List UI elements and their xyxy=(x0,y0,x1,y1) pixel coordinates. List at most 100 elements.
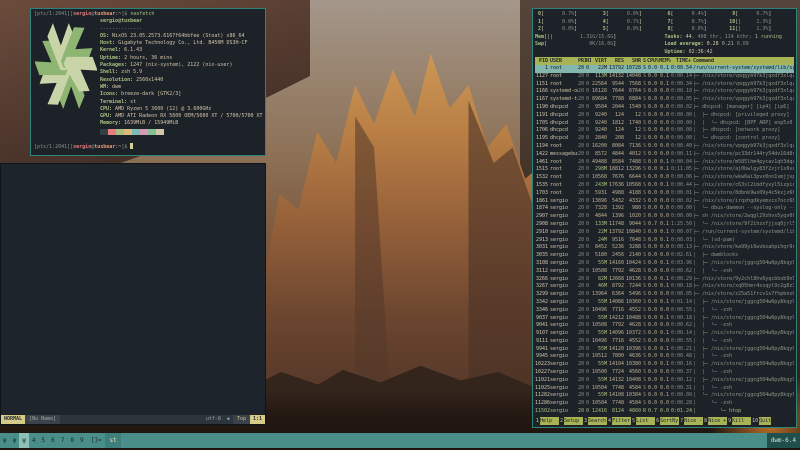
process-row-pid-3346[interactable]: 3346sergio2001049677164552S0.00.00:00.55… xyxy=(535,307,794,315)
process-row-pid-1515[interactable]: 1515root200298M1881213296S0.00.10:11.05├… xyxy=(535,166,794,174)
editor-window[interactable]: NORMAL [No Name] utf-8 ◆ Top 1:1 xyxy=(0,163,266,425)
process-row-pid-2908[interactable]: 2908sergio200133M117489044S0.70.11:25.50… xyxy=(535,221,794,229)
editor-buffer[interactable] xyxy=(1,164,265,415)
workspace-tag-9[interactable]: 9 xyxy=(77,433,87,448)
palette-swatch xyxy=(116,129,124,135)
process-row-pid-1706[interactable]: 1706dhcpcd200924012412S0.00.00:00.00│ ├─… xyxy=(535,127,794,135)
process-row-pid-3035[interactable]: 3035sergio200518024562140S0.00.00:02.61│… xyxy=(535,252,794,260)
editor-encoding: utf-8 xyxy=(203,415,224,424)
process-row-pid-10223[interactable]: 10223sergio20055M1410410380S0.00.10:00.1… xyxy=(535,361,794,369)
workspace-tag-7[interactable]: 7 xyxy=(58,433,68,448)
process-row-pid-1461[interactable]: 1461root2004948885847488S0.00.10:00.04├─… xyxy=(535,159,794,167)
editor-mode-indicator: NORMAL xyxy=(1,415,25,424)
process-row-pid-1166[interactable]: 1166systemd-oo2001612876446764S0.00.00:0… xyxy=(535,88,794,96)
fetch-entry-uptime: Uptime: 2 hours, 36 mins xyxy=(100,55,262,62)
process-row-pid-9107[interactable]: 9107sergio20055M1409610372S0.00.10:00.14… xyxy=(535,330,794,338)
workspace-tag-5[interactable]: 5 xyxy=(39,433,49,448)
process-row-pid-9941[interactable]: 9941sergio20055M1412010396S0.00.10:00.21… xyxy=(535,346,794,354)
process-row-pid-10227[interactable]: 10227sergio2001050077244560S0.00.00:00.3… xyxy=(535,369,794,377)
process-row-pid-2913[interactable]: 2913sergio20024M95167648S0.00.10:00.03│ … xyxy=(535,237,794,245)
editor-cursor-position: 1:1 xyxy=(250,415,265,424)
process-row-pid-11021[interactable]: 11021sergio20055M1413210408S0.00.10:00.1… xyxy=(535,377,794,385)
fkey-nice+[interactable]: 8Nice + xyxy=(703,417,727,425)
tasks-summary: Tasks: 44, 408 thr, 114 kthr; 1 running xyxy=(665,34,795,42)
process-row-pid-1703[interactable]: 1703root200593149884188S0.00.00:00.01├─ … xyxy=(535,190,794,198)
process-row-pid-11286[interactable]: 11286sergio2001050477484584S0.00.00:00.2… xyxy=(535,400,794,408)
fetch-entry-resolution: Resolution: 2560x1440 xyxy=(100,77,262,84)
editor-statusline: NORMAL [No Name] utf-8 ◆ Top 1:1 xyxy=(1,415,265,424)
fkey-nice-[interactable]: 7Nice - xyxy=(679,417,703,425)
process-row-pid-1874[interactable]: 1874sergio20073281392980S0.00.00:00.00│ … xyxy=(535,205,794,213)
palette-swatch xyxy=(148,129,156,135)
status-text: dwm-6.4 xyxy=(767,433,800,448)
process-row-pid-1151[interactable]: 1151root2002256495447568S0.00.10:00.34├─… xyxy=(535,81,794,89)
process-table-header[interactable]: PIDUSERPRINIVIRTRESSHRSCPU%MEM%TIME+Comm… xyxy=(535,57,794,65)
process-row-pid-1190[interactable]: 1190dhcpcd200950420441540S0.00.00:00.02├… xyxy=(535,104,794,112)
fkey-kill[interactable]: 9Kill xyxy=(727,417,751,425)
process-row-pid-9945[interactable]: 9945sergio2001051278004636S0.00.00:00.48… xyxy=(535,353,794,361)
fetch-entry-packages: Packages: 1247 (nix-system), 2122 (nix-u… xyxy=(100,62,262,69)
process-row-pid-3299[interactable]: 3299sergio2001396463645496S0.00.00:00.05… xyxy=(535,291,794,299)
workspace-tag-2[interactable]: ψ xyxy=(10,433,20,448)
palette-swatch xyxy=(156,129,164,135)
terminal-window-htop[interactable]: 0[ 0.7%] 1[ 0.0%] 2[ 0.0%] 3[ 0.0%] 4[ 0… xyxy=(532,8,797,428)
process-row-pid-2907[interactable]: 2907sergio200484413961020S0.00.00:00.00├… xyxy=(535,213,794,221)
fetch-entry-host: Host: Gigabyte Technology Co., Ltd. B450… xyxy=(100,40,262,47)
uptime: Uptime: 02:36:42 xyxy=(665,49,795,57)
process-row-pid-3267[interactable]: 3267sergio20046M87927244S0.00.10:00.18├─… xyxy=(535,283,794,291)
process-row-pid-1194[interactable]: 1194root2001620080847136S0.00.00:00.40├─… xyxy=(535,143,794,151)
workspace-tag-4[interactable]: 4 xyxy=(29,433,39,448)
process-row-pid-3266[interactable]: 3266sergio20082M1266810136S0.00.10:00.29… xyxy=(535,276,794,284)
desktop: [pts/1:2041][sergio@tuxbear:~]$ neofetch… xyxy=(0,0,800,450)
process-row-pid-1705[interactable]: 1705dhcpcd200924018121740S0.00.00:00.00│… xyxy=(535,120,794,128)
process-row-pid-1422[interactable]: 1422messagebus200857248444012S0.00.00:00… xyxy=(535,151,794,159)
cpu-meter-6: 6[ 0.4%] xyxy=(665,11,730,19)
palette-swatch xyxy=(108,129,116,135)
process-row-pid-9041[interactable]: 9041sergio2001050877924628S0.00.00:00.62… xyxy=(535,322,794,330)
process-row-pid-1535[interactable]: 1535root200243M1763610568S0.00.10:00.44├… xyxy=(535,182,794,190)
process-row-pid-1532[interactable]: 1532root2001056876766644S0.00.00:00.06├─… xyxy=(535,174,794,182)
shell-prompt[interactable]: [pts/1:2041][sergio@tuxbear:~]$ xyxy=(34,143,262,150)
process-row-pid-3108[interactable]: 3108sergio20055M1416010424S0.00.10:03.96… xyxy=(535,260,794,268)
fkey-list[interactable]: 5List xyxy=(631,417,655,425)
cpu-meter-9: 9[ 0.7%] xyxy=(729,11,794,19)
fetch-entry-gpu: GPU: AMD ATI Radeon RX 5600 OEM/5600 XT … xyxy=(100,113,262,120)
process-row-pid-1195[interactable]: 1195dhcpcd200284020812S0.00.00:00.00│ └─… xyxy=(535,135,794,143)
process-row-pid-11025[interactable]: 11025sergio2001050477484584S0.00.00:00.3… xyxy=(535,385,794,393)
process-row-pid-2910[interactable]: 2910sergio20022M1379210840S0.00.10:00.07… xyxy=(535,229,794,237)
workspace-tag-1[interactable]: ψ xyxy=(0,433,10,448)
fkey-quit[interactable]: 10Quit xyxy=(751,417,771,425)
fkey-filter[interactable]: 4Filter xyxy=(607,417,631,425)
nixos-logo xyxy=(35,20,97,112)
process-row-pid-11502[interactable]: 11502sergio2001241681244860R0.70.00:01.2… xyxy=(535,408,794,416)
cpu-meter-5: 5[ 0.0%] xyxy=(600,26,665,34)
process-row-pid-11282[interactable]: 11282sergio20055M1410810384S0.00.10:00.0… xyxy=(535,392,794,400)
workspace-tag-8[interactable]: 8 xyxy=(67,433,77,448)
editor-scroll-position: Top xyxy=(233,415,250,424)
process-row-pid-9037[interactable]: 9037sergio20055M1421210488S0.00.10:00.18… xyxy=(535,315,794,323)
process-row-pid-1861[interactable]: 1861sergio2001389654324332S0.00.00:00.02… xyxy=(535,198,794,206)
swap-meter: Swp[ 0K/16.0G] xyxy=(535,41,665,49)
fetch-entry-icons: Icons: breeze-dark [GTK2/3] xyxy=(100,91,262,98)
process-row-pid-1[interactable]: 1root20022M1379210728S0.00.10:00.54/run/… xyxy=(535,65,794,73)
memory-meter: Mem[|| 1.31G/15.6G] xyxy=(535,34,665,42)
fkey-search[interactable]: 3Search xyxy=(583,417,607,425)
process-row-pid-1191[interactable]: 1191dhcpcd200924012412S0.00.00:00.00│ ├─… xyxy=(535,112,794,120)
workspace-tag-3-selected[interactable]: ψ xyxy=(19,433,29,448)
terminal-window-neofetch[interactable]: [pts/1:2041][sergio@tuxbear:~]$ neofetch… xyxy=(30,8,266,156)
fkey-sortby[interactable]: 6SortBy xyxy=(655,417,679,425)
palette-swatch xyxy=(100,129,108,135)
neofetch-info: sergio@tuxbear--------------OS: NixOS 23… xyxy=(100,18,262,127)
workspace-tag-6[interactable]: 6 xyxy=(48,433,58,448)
process-row-pid-1167[interactable]: 1167systemd-ti2008968477886884S0.00.00:0… xyxy=(535,96,794,104)
process-row-pid-3031[interactable]: 3031sergio200845252363288S0.00.00:00.13├… xyxy=(535,244,794,252)
process-row-pid-9111[interactable]: 9111sergio2001049677164552S0.00.00:00.55… xyxy=(535,338,794,346)
process-row-pid-3112[interactable]: 3112sergio2001050877924628S0.00.00:00.62… xyxy=(535,268,794,276)
palette-swatch xyxy=(124,129,132,135)
dwm-status-bar: ψψψ456789 []= st dwm-6.4 xyxy=(0,433,800,448)
layout-indicator[interactable]: []= xyxy=(87,433,106,448)
process-row-pid-3342[interactable]: 3342sergio20055M1408610360S0.00.10:01.14… xyxy=(535,299,794,307)
fkey-setup[interactable]: 2Setup xyxy=(559,417,583,425)
process-row-pid-1127[interactable]: 1127root200113M1413214048S0.00.10:00.14├… xyxy=(535,73,794,81)
fkey-help[interactable]: 1Help xyxy=(535,417,559,425)
